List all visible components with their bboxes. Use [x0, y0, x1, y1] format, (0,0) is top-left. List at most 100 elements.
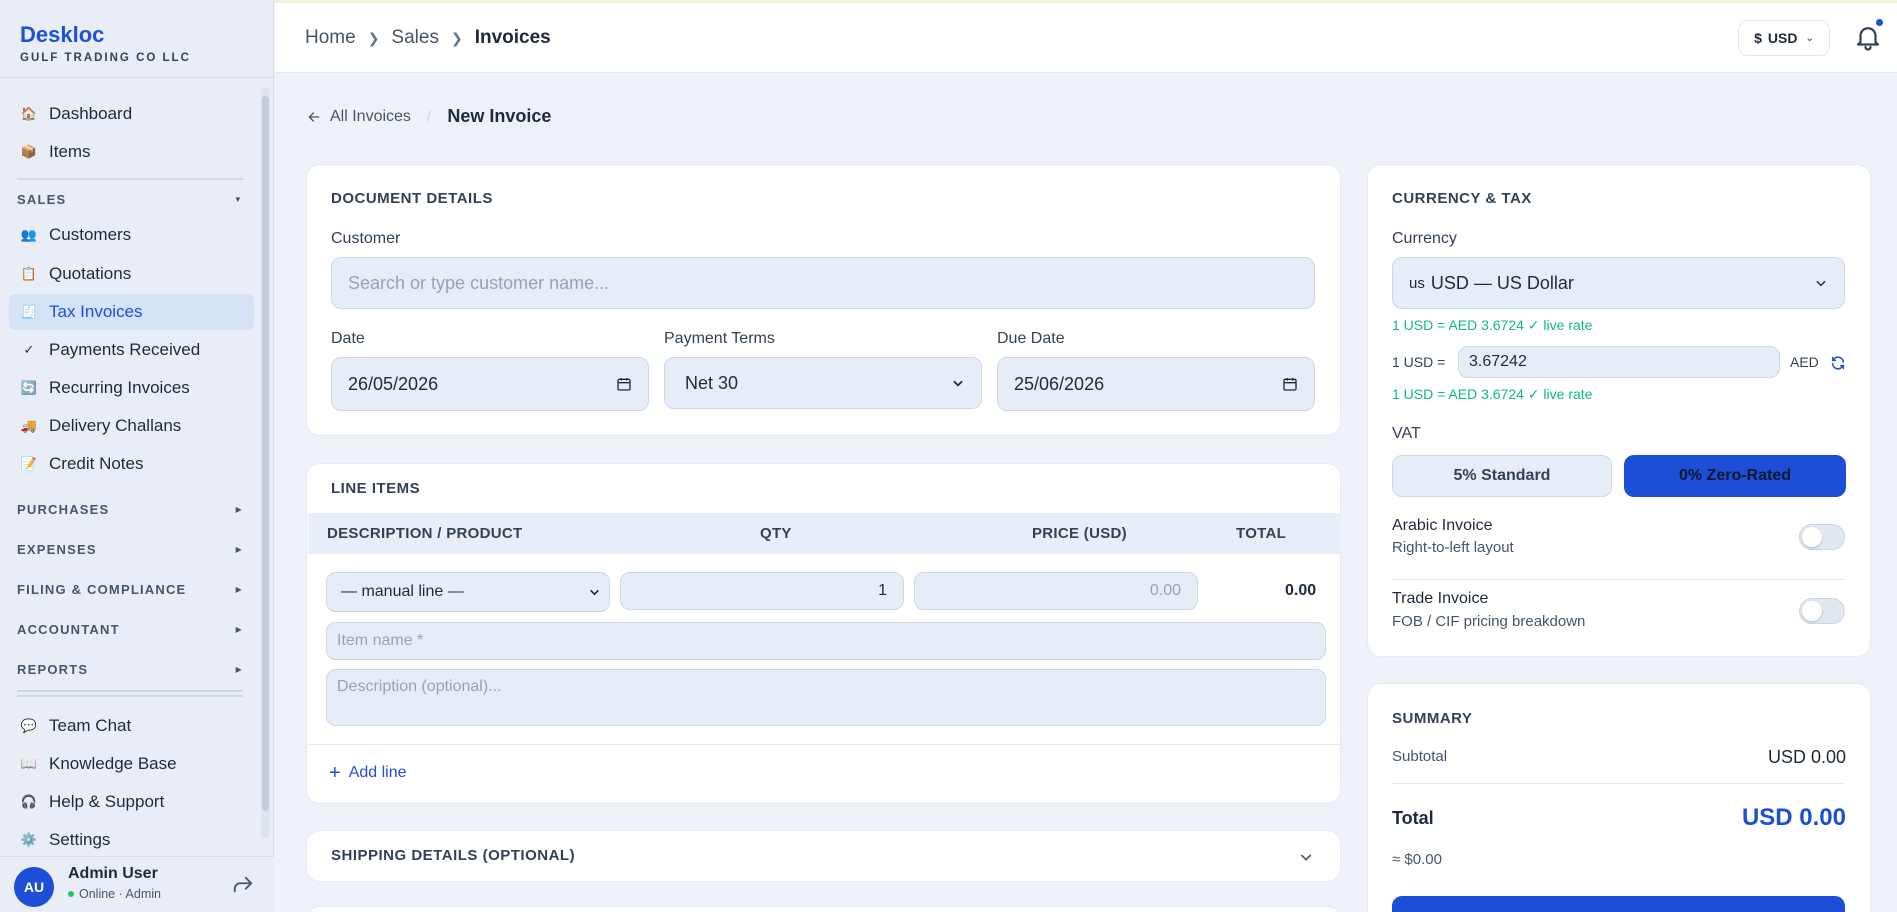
total-label: Total: [1392, 808, 1434, 828]
sidebar-divider: [17, 690, 243, 692]
section-label: SALES: [17, 192, 67, 207]
section-label: FILING & COMPLIANCE: [17, 582, 187, 597]
chevron-down-icon: [953, 380, 963, 387]
sidebar-item-items[interactable]: 📦 Items: [9, 134, 254, 170]
user-status: Online · Admin: [68, 887, 161, 901]
sidebar-item-label: Payments Received: [49, 340, 201, 359]
line-total: 0.00: [1285, 582, 1317, 599]
user-name: Admin User: [68, 865, 158, 882]
sidebar-item-settings[interactable]: ⚙️ Settings: [9, 822, 254, 858]
sidebar-divider: [0, 77, 274, 78]
sidebar-item-label: Quotations: [49, 264, 132, 283]
payment-terms-select[interactable]: Net 30: [664, 357, 982, 409]
summary-card: SUMMARY Subtotal USD 0.00 Total USD 0.00…: [1367, 683, 1871, 912]
due-date-label: Due Date: [997, 330, 1065, 347]
chevron-down-icon[interactable]: [1298, 849, 1314, 865]
total-approx: ≈ $0.00: [1392, 851, 1442, 868]
sidebar-section-filing[interactable]: FILING & COMPLIANCE ▶: [17, 582, 243, 597]
caret-right-icon: ▶: [235, 585, 243, 594]
breadcrumb-sales[interactable]: Sales: [391, 27, 439, 49]
calendar-icon[interactable]: [616, 376, 632, 392]
card-title: LINE ITEMS: [331, 480, 421, 497]
receipt-icon: 🧾: [20, 304, 38, 319]
arabic-invoice-toggle[interactable]: [1799, 524, 1845, 550]
sidebar-item-label: Delivery Challans: [49, 416, 182, 435]
date-value: 26/05/2026: [348, 373, 439, 394]
currency-code: USD: [1767, 30, 1798, 46]
logout-icon[interactable]: [232, 875, 254, 897]
description-textarea[interactable]: Description (optional)...: [326, 669, 1326, 726]
vat-standard-button[interactable]: 5% Standard: [1392, 455, 1612, 497]
sidebar-divider: [17, 695, 243, 697]
currency-select[interactable]: us USD — US Dollar: [1392, 257, 1845, 309]
breadcrumb-home[interactable]: Home: [305, 27, 356, 49]
divider: [1392, 783, 1845, 784]
sidebar-section-expenses[interactable]: EXPENSES ▶: [17, 542, 243, 557]
box-icon: 📦: [20, 144, 38, 159]
item-name-input[interactable]: Item name *: [326, 622, 1326, 660]
sidebar-item-payments-received[interactable]: ✓ Payments Received: [9, 332, 254, 368]
payment-terms-label: Payment Terms: [664, 330, 775, 347]
arrow-left-icon: [308, 111, 320, 122]
sidebar-section-sales[interactable]: SALES ▼: [17, 192, 243, 207]
avatar[interactable]: AU: [14, 867, 54, 907]
sidebar-item-recurring-invoices[interactable]: 🔄 Recurring Invoices: [9, 370, 254, 406]
refresh-icon[interactable]: [1830, 355, 1846, 371]
check-icon: ✓: [23, 342, 35, 357]
column-header-price: PRICE (USD): [1032, 525, 1127, 542]
caret-right-icon: ▶: [235, 665, 243, 674]
exchange-rate-input[interactable]: 3.67242: [1458, 346, 1780, 378]
sidebar-section-reports[interactable]: REPORTS ▶: [17, 662, 243, 677]
online-dot-icon: [68, 891, 74, 897]
company-name: GULF TRADING CO LLC: [20, 52, 191, 64]
save-invoice-button[interactable]: [1392, 896, 1845, 912]
caret-right-icon: ▶: [235, 505, 243, 514]
page-subnav: All Invoices / New Invoice: [306, 106, 551, 127]
date-input[interactable]: 26/05/2026: [331, 357, 649, 411]
sidebar-item-team-chat[interactable]: 💬 Team Chat: [9, 708, 254, 744]
qty-input[interactable]: 1: [620, 572, 904, 610]
price-input[interactable]: 0.00: [914, 572, 1198, 610]
product-select[interactable]: — manual line —: [326, 572, 610, 612]
product-value: — manual line —: [341, 583, 464, 600]
due-date-input[interactable]: 25/06/2026: [997, 357, 1315, 411]
currency-label: Currency: [1392, 230, 1457, 247]
trade-invoice-subtitle: FOB / CIF pricing breakdown: [1392, 613, 1586, 630]
sidebar-item-knowledge-base[interactable]: 📖 Knowledge Base: [9, 746, 254, 782]
sidebar-item-help-support[interactable]: 🎧 Help & Support: [9, 784, 254, 820]
sidebar-item-delivery-challans[interactable]: 🚚 Delivery Challans: [9, 408, 254, 444]
sidebar-section-purchases[interactable]: PURCHASES ▶: [17, 502, 243, 517]
back-to-all-invoices-link[interactable]: All Invoices: [306, 108, 411, 126]
sidebar-item-credit-notes[interactable]: 📝 Credit Notes: [9, 446, 254, 482]
sidebar-item-dashboard[interactable]: 🏠 Dashboard: [9, 96, 254, 132]
add-line-button[interactable]: + Add line: [329, 763, 407, 783]
line-items-card: LINE ITEMS DESCRIPTION / PRODUCT QTY PRI…: [306, 463, 1341, 804]
card-title: SUMMARY: [1392, 710, 1473, 727]
arabic-invoice-title: Arabic Invoice: [1392, 517, 1493, 534]
notification-dot: [1875, 18, 1884, 27]
live-rate-note: 1 USD = AED 3.6724 ✓ live rate: [1392, 317, 1593, 333]
customer-search-input[interactable]: Search or type customer name...: [331, 257, 1315, 309]
sidebar-item-customers[interactable]: 👥 Customers: [9, 217, 254, 253]
house-icon: 🏠: [20, 106, 38, 121]
caret-right-icon: ▶: [235, 545, 243, 554]
subtotal-value: USD 0.00: [1767, 747, 1846, 767]
top-header: Home ❯ Sales ❯ Invoices $ USD ⌄: [275, 3, 1897, 73]
trade-invoice-toggle[interactable]: [1799, 598, 1845, 624]
arabic-invoice-subtitle: Right-to-left layout: [1392, 539, 1514, 556]
currency-switcher-button[interactable]: $ USD ⌄: [1738, 20, 1830, 56]
separator: /: [426, 107, 432, 125]
shipping-details-card[interactable]: SHIPPING DETAILS (OPTIONAL): [306, 830, 1341, 882]
column-header-qty: QTY: [760, 525, 792, 542]
calendar-icon[interactable]: [1282, 376, 1298, 392]
sidebar-item-label: Team Chat: [49, 716, 132, 735]
vat-zero-rated-button[interactable]: 0% Zero-Rated: [1624, 455, 1846, 497]
sidebar-item-quotations[interactable]: 📋 Quotations: [9, 256, 254, 292]
sidebar-scrollbar-thumb[interactable]: [262, 96, 269, 811]
sidebar-section-accountant[interactable]: ACCOUNTANT ▶: [17, 622, 243, 637]
sidebar-item-tax-invoices[interactable]: 🧾 Tax Invoices: [9, 294, 254, 330]
brand[interactable]: Deskloc GULF TRADING CO LLC: [20, 22, 191, 64]
document-details-card: DOCUMENT DETAILS Customer Search or type…: [306, 164, 1341, 436]
column-header-total: TOTAL: [1236, 525, 1287, 542]
chevron-right-icon: ❯: [367, 29, 380, 46]
